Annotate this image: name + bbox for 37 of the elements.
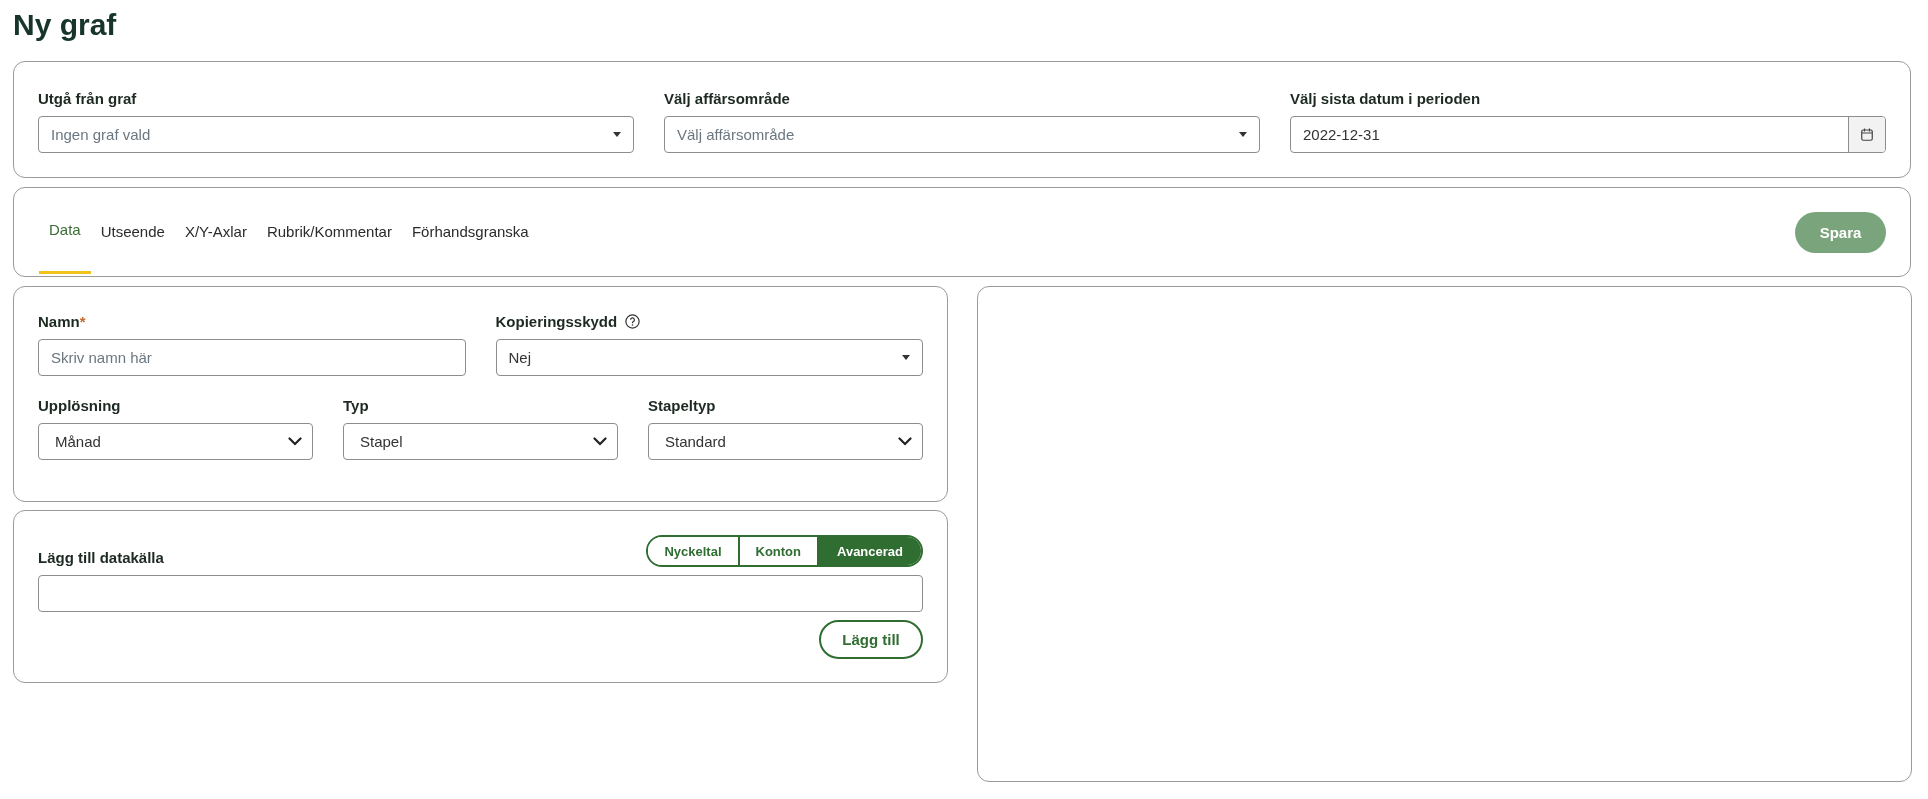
data-source-input[interactable] (38, 575, 923, 612)
dropdown[interactable]: Ingen graf vald (38, 116, 634, 153)
chevron-down-icon (288, 437, 302, 446)
name-input[interactable]: Skriv namn här (38, 339, 466, 376)
tab[interactable]: Utseende (90, 188, 175, 274)
tab[interactable]: X/Y-Axlar (174, 188, 257, 274)
chevron-down-icon (593, 437, 607, 446)
add-button[interactable]: Lägg till (819, 620, 923, 659)
caret-icon (613, 132, 621, 137)
field-label: Stapeltyp (648, 396, 717, 414)
field-label: Utgå från graf (38, 89, 138, 107)
dropdown[interactable]: Stapel (343, 423, 618, 460)
field-label: Namn (38, 312, 80, 330)
help-icon (625, 313, 641, 329)
tab[interactable]: Förhandsgranska (401, 188, 539, 274)
dropdown[interactable]: Standard (648, 423, 923, 460)
tab[interactable]: Data (39, 188, 91, 274)
page-title: Ny graf (13, 8, 117, 42)
caret-icon (902, 355, 910, 360)
field-label: Välj sista datum i perioden (1290, 89, 1482, 107)
field-label: Kopieringsskydd (495, 312, 618, 330)
dropdown[interactable]: Månad (38, 423, 313, 460)
field-label: Välj affärsområde (664, 89, 791, 107)
calendar-icon (1861, 128, 1873, 141)
caret-icon (1239, 132, 1247, 137)
mode-option[interactable]: Nyckeltal (648, 537, 740, 565)
dropdown[interactable]: Nej (495, 339, 923, 376)
date-field[interactable]: 2022-12-31 (1290, 116, 1886, 153)
field-label: Upplösning (38, 396, 122, 414)
tab[interactable]: Rubrik/Kommentar (256, 188, 402, 274)
calendar-button[interactable] (1848, 117, 1885, 152)
field-label: Lägg till datakälla (38, 548, 164, 566)
required-mark: * (79, 312, 86, 330)
field-label: Typ (343, 396, 370, 414)
chevron-down-icon (898, 437, 912, 446)
dropdown[interactable]: Välj affärsområde (664, 116, 1260, 153)
mode-option[interactable]: Avancerad (819, 537, 921, 565)
